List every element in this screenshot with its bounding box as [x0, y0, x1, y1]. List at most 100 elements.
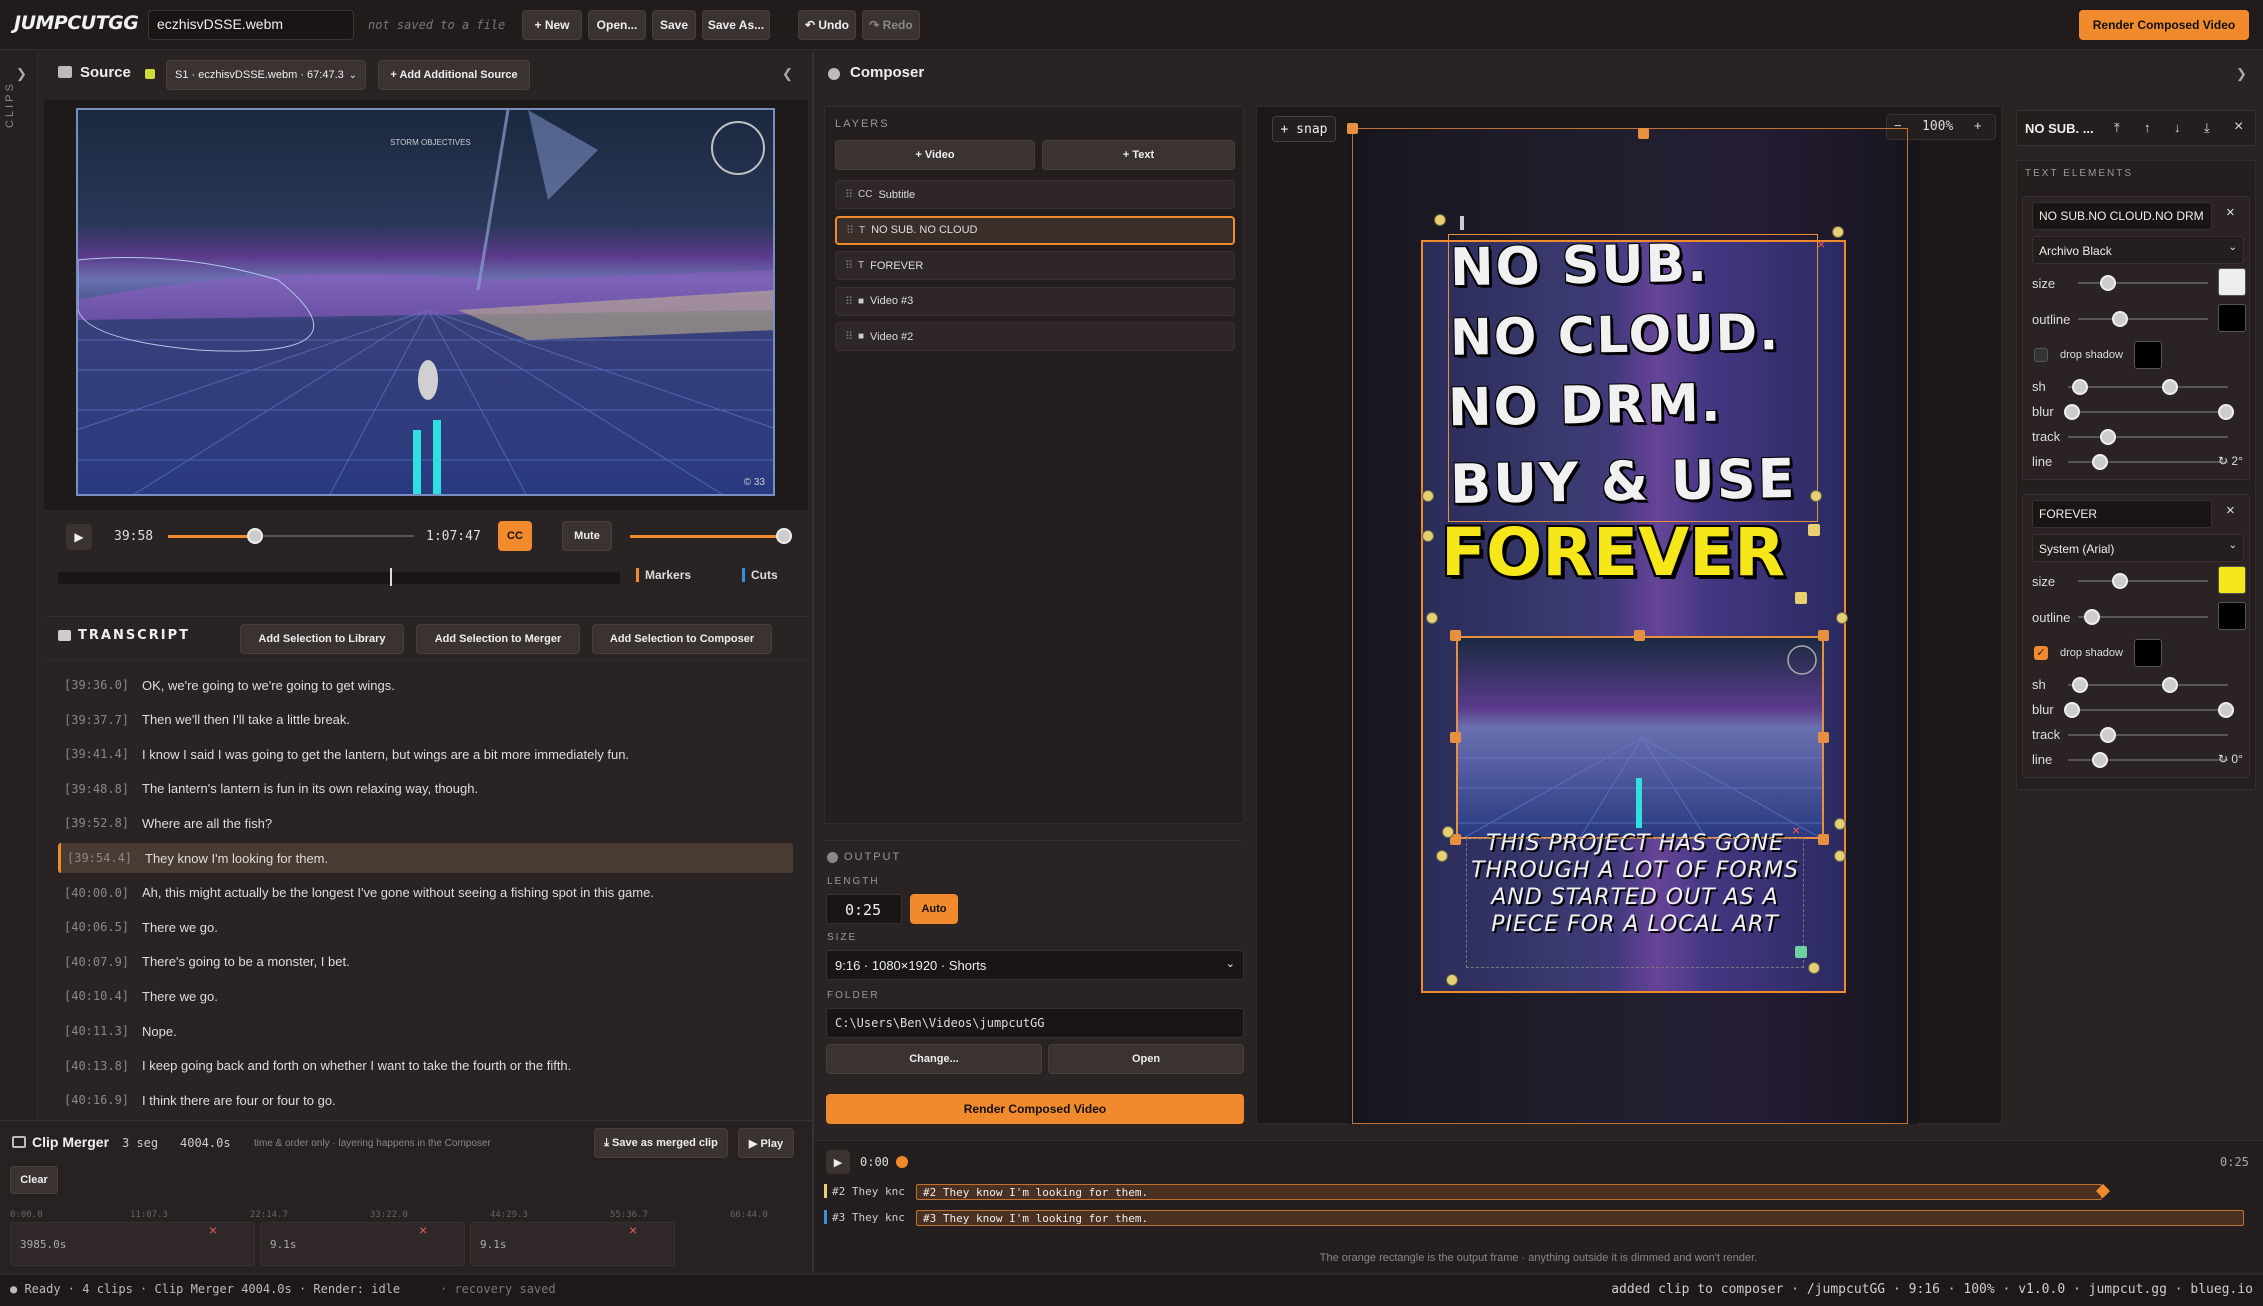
prop-slider[interactable] — [2078, 318, 2208, 320]
transform-handle[interactable] — [1836, 612, 1848, 624]
prop-slider-handle[interactable] — [2072, 379, 2088, 395]
mute-button[interactable]: Mute — [562, 521, 612, 551]
expand-clips-icon[interactable]: ❯ — [16, 66, 27, 82]
shadow-color-swatch[interactable] — [2134, 639, 2162, 667]
cc-button[interactable]: CC — [498, 521, 532, 551]
drag-handle-icon[interactable]: ⠿ — [845, 188, 853, 201]
color-swatch[interactable] — [2218, 304, 2246, 332]
volume-slider[interactable] — [630, 535, 784, 538]
prop-slider-handle[interactable] — [2100, 429, 2116, 445]
collapse-composer-icon[interactable]: ❯ — [2236, 66, 2247, 82]
add-text-layer-button[interactable]: + Text — [1042, 140, 1235, 170]
timeline-playhead-dot[interactable] — [896, 1156, 908, 1168]
add-video-layer-button[interactable]: + Video — [835, 140, 1035, 170]
prop-slider-handle[interactable] — [2100, 727, 2116, 743]
prop-slider-handle[interactable] — [2084, 609, 2100, 625]
collapse-source-icon[interactable]: ❮ — [782, 66, 793, 82]
source-video[interactable]: STORM OBJECTIVES © 33 — [76, 108, 775, 496]
transcript-row[interactable]: [40:06.5] There we go. — [58, 912, 793, 942]
rotate-handle[interactable] — [1460, 216, 1464, 230]
transcript-row[interactable]: [40:11.3] Nope. — [58, 1016, 793, 1046]
transform-handle[interactable] — [1434, 214, 1446, 226]
prop-slider-handle[interactable] — [2100, 275, 2116, 291]
forever-text[interactable]: FOREVER — [1441, 514, 1785, 591]
prop-slider-handle[interactable] — [2218, 404, 2234, 420]
add-to-merger-button[interactable]: Add Selection to Merger — [416, 624, 580, 654]
length-input[interactable]: 0:25 — [826, 894, 902, 924]
resize-handle[interactable] — [1634, 630, 1645, 641]
prop-slider[interactable] — [2068, 684, 2228, 686]
open-button[interactable]: Open... — [588, 10, 646, 40]
merger-clip-remove-icon[interactable]: × — [209, 1222, 217, 1238]
save-merged-button[interactable]: ⤓ Save as merged clip — [594, 1128, 728, 1158]
source-selector[interactable]: S1 · eczhisvDSSE.webm · 67:47.3 ⌄ — [166, 60, 366, 90]
zoom-in-button[interactable]: + — [1974, 118, 1982, 133]
prop-slider-handle[interactable] — [2112, 573, 2128, 589]
prop-slider-handle[interactable] — [2072, 677, 2088, 693]
merger-clip-remove-icon[interactable]: × — [419, 1222, 427, 1238]
prop-slider[interactable] — [2078, 282, 2208, 284]
resize-handle[interactable] — [1638, 128, 1649, 139]
resize-handle[interactable] — [1818, 630, 1829, 641]
layer-item[interactable]: ⠿ T FOREVER — [835, 251, 1235, 280]
layer-item[interactable]: ⠿ T NO SUB. NO CLOUD — [835, 215, 1235, 245]
drag-handle-icon[interactable]: ⠿ — [845, 330, 853, 343]
transform-handle[interactable] — [1422, 490, 1434, 502]
forever-resize-handle[interactable] — [1795, 592, 1807, 604]
move-up-icon[interactable]: ↑ — [2144, 120, 2151, 135]
resize-handle[interactable] — [1450, 732, 1461, 743]
open-folder-button[interactable]: Open — [1048, 1044, 1244, 1074]
font-select[interactable]: Archivo Black ⌄ — [2032, 236, 2244, 264]
layer-item[interactable]: ⠿ CC Subtitle — [835, 180, 1235, 209]
filename-input[interactable]: eczhisvDSSE.webm — [148, 10, 354, 40]
resize-handle[interactable] — [1818, 732, 1829, 743]
transform-handle[interactable] — [1436, 850, 1448, 862]
subtitle-selection[interactable] — [1466, 838, 1804, 968]
prop-slider[interactable] — [2068, 386, 2228, 388]
headline-delete-icon[interactable]: × — [1817, 236, 1825, 252]
add-source-button[interactable]: + Add Additional Source — [378, 60, 530, 90]
new-button[interactable]: + New — [522, 10, 582, 40]
track-clip[interactable]: #2 They know I'm looking for them. — [916, 1184, 2102, 1200]
transform-handle[interactable] — [1834, 818, 1846, 830]
add-to-library-button[interactable]: Add Selection to Library — [240, 624, 404, 654]
transform-handle[interactable] — [1426, 612, 1438, 624]
scrub-playhead[interactable] — [390, 568, 392, 586]
size-select[interactable]: 9:16 · 1080×1920 · Shorts ⌄ — [826, 950, 1244, 980]
text-content-input[interactable]: NO SUB.NO CLOUD.NO DRM — [2032, 202, 2212, 230]
subtitle-delete-icon[interactable]: × — [1792, 822, 1800, 838]
snap-toggle[interactable]: + snap — [1272, 116, 1336, 142]
merger-play-button[interactable]: ▶ Play — [738, 1128, 794, 1158]
close-inspector-icon[interactable]: × — [2234, 118, 2243, 136]
send-to-back-icon[interactable]: ⤓ — [2204, 120, 2210, 136]
drag-handle-icon[interactable]: ⠿ — [845, 259, 853, 272]
prop-slider-handle[interactable] — [2162, 379, 2178, 395]
change-folder-button[interactable]: Change... — [826, 1044, 1042, 1074]
cuts-toggle[interactable]: Cuts — [742, 568, 778, 582]
prop-slider[interactable] — [2068, 436, 2228, 438]
transcript-row[interactable]: [39:52.8] Where are all the fish? — [58, 808, 793, 838]
clips-sidebar[interactable] — [0, 52, 38, 1272]
transcript-row[interactable]: [40:13.8] I keep going back and forth on … — [58, 1051, 793, 1081]
remove-element-icon[interactable]: × — [2226, 502, 2235, 519]
color-swatch[interactable] — [2218, 566, 2246, 594]
render-composed-button[interactable]: Render Composed Video — [826, 1094, 1244, 1124]
font-select[interactable]: System (Arial) ⌄ — [2032, 534, 2244, 562]
transform-handle[interactable] — [1834, 850, 1846, 862]
prop-slider-handle[interactable] — [2162, 677, 2178, 693]
transform-handle[interactable] — [1832, 226, 1844, 238]
prop-slider-handle[interactable] — [2064, 702, 2080, 718]
transform-handle[interactable] — [1446, 974, 1458, 986]
bring-to-front-icon[interactable]: ⤒ — [2114, 120, 2120, 136]
prop-slider[interactable] — [2068, 734, 2228, 736]
volume-handle[interactable] — [776, 528, 792, 544]
resize-handle[interactable] — [1347, 123, 1358, 134]
transcript-row[interactable]: [39:54.4] They know I'm looking for them. — [58, 843, 793, 873]
save-button[interactable]: Save — [652, 10, 696, 40]
prop-slider-handle[interactable] — [2112, 311, 2128, 327]
render-button-top[interactable]: Render Composed Video — [2079, 10, 2249, 40]
prop-slider[interactable] — [2078, 580, 2208, 582]
folder-input[interactable]: C:\Users\Ben\Videos\jumpcutGG — [826, 1008, 1244, 1038]
headline-resize-handle[interactable] — [1808, 524, 1820, 536]
merger-clip-remove-icon[interactable]: × — [629, 1222, 637, 1238]
